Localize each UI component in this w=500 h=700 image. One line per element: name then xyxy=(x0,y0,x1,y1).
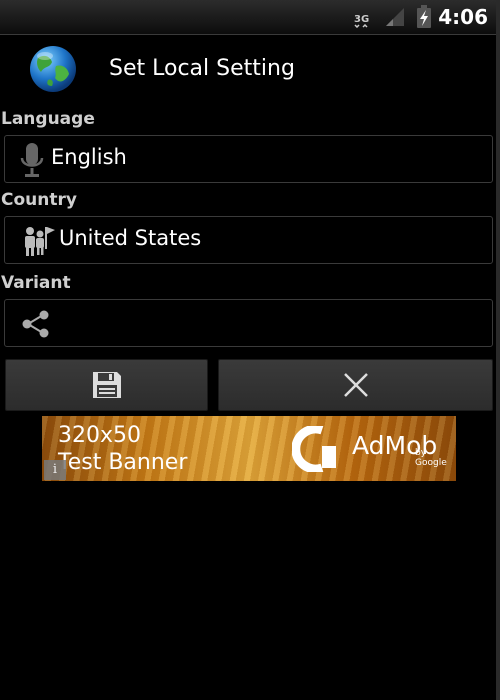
people-flag-icon xyxy=(23,225,55,261)
language-field[interactable]: English xyxy=(4,135,493,183)
title-bar: Set Local Setting xyxy=(0,38,496,102)
variant-field[interactable] xyxy=(4,299,493,347)
country-label: Country xyxy=(1,190,77,210)
cancel-button[interactable] xyxy=(218,359,493,411)
3g-data-icon: 3G xyxy=(353,8,369,32)
signal-icon xyxy=(385,7,405,31)
admob-logo-icon xyxy=(291,424,342,476)
globe-icon xyxy=(28,44,78,94)
save-floppy-icon xyxy=(92,372,121,398)
battery-charging-icon xyxy=(416,5,432,33)
ad-brand-suffix: by Google xyxy=(415,448,447,468)
variant-label: Variant xyxy=(1,273,71,293)
ad-size-text: 320x50 xyxy=(58,423,142,448)
microphone-icon xyxy=(19,142,45,182)
page-title: Set Local Setting xyxy=(109,56,295,81)
country-field[interactable]: United States xyxy=(4,216,493,264)
close-icon xyxy=(343,373,368,397)
country-value: United States xyxy=(59,226,202,250)
language-value: English xyxy=(51,145,127,169)
ad-info-icon[interactable]: i xyxy=(44,460,66,480)
ad-banner-text: Test Banner xyxy=(58,450,188,475)
app-window: 3G 4:06 Set Local Setting Language Engli… xyxy=(0,0,500,700)
share-icon xyxy=(21,309,51,343)
network-label: 3G xyxy=(354,14,369,25)
ad-banner[interactable]: 320x50 Test Banner i AdMob by Google xyxy=(42,416,456,481)
language-label: Language xyxy=(1,109,95,129)
clock-time: 4:06 xyxy=(438,5,488,29)
status-bar: 3G 4:06 xyxy=(0,0,496,35)
save-button[interactable] xyxy=(5,359,208,411)
